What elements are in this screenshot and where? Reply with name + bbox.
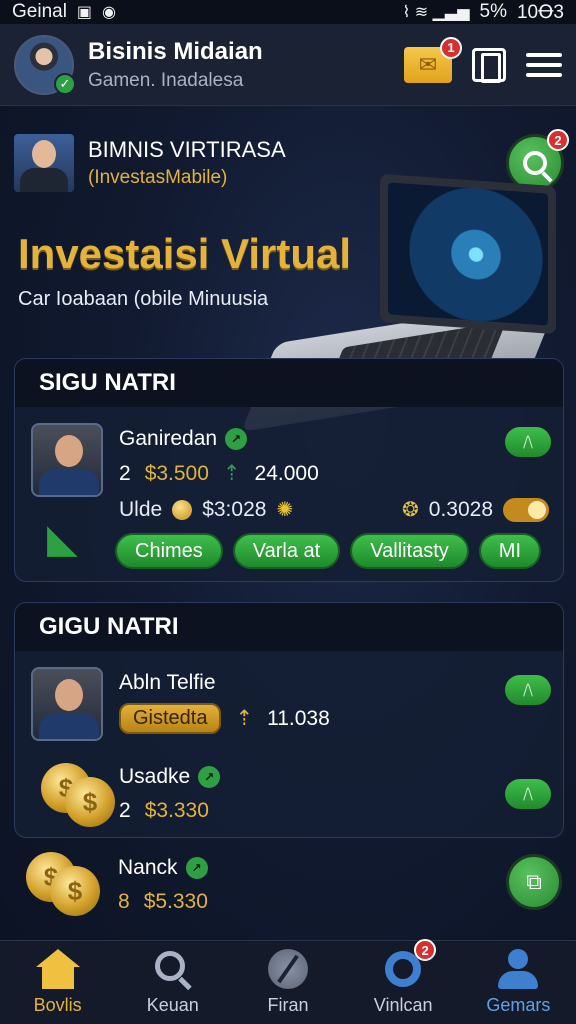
trend-up-icon: ↗ — [225, 428, 248, 450]
page-subtitle: Gamen. Inadalesa — [88, 69, 244, 91]
sun-icon: ✺ — [276, 499, 294, 521]
trend-up-icon: ↗ — [198, 766, 221, 788]
hero-subtitle: Car Ioabaan (obile Minuusia — [18, 288, 269, 310]
item-price: $3.500 — [144, 461, 209, 485]
stat-label: Ulde — [119, 497, 163, 521]
hero-profile-name: BIMNIS VIRTIRASA — [88, 137, 286, 162]
nav-badge: 2 — [414, 939, 437, 961]
item-price: $5.330 — [143, 890, 208, 913]
action-button-vallitasty[interactable]: Vallitasty — [350, 533, 469, 569]
action-button-varla[interactable]: Varla at — [232, 533, 341, 569]
item-count: 2 — [119, 799, 131, 822]
chart-button[interactable]: ⧸⧹ — [505, 427, 551, 457]
item-trend: 11.038 — [267, 706, 330, 730]
hero-banner: BIMNIS VIRTIRASA (InvestasMabile) 2 Inve… — [0, 106, 576, 432]
item-count: 2 — [119, 461, 131, 485]
item-name: Abln Telfie — [119, 671, 216, 694]
battery-label: 5% — [479, 1, 507, 22]
item-name: Ganiredan — [119, 427, 218, 450]
chart-button[interactable]: ⧸⧹ — [505, 779, 551, 809]
search-icon — [151, 949, 195, 989]
nav-item-vinlcan[interactable]: 2 Vinlcan — [348, 939, 458, 1016]
search-icon — [523, 151, 547, 175]
nav-item-search[interactable]: Keuan — [118, 949, 228, 1016]
nav-item-home[interactable]: Bovlis — [3, 949, 113, 1016]
item-values: 2 $3.330 — [119, 799, 209, 823]
action-buttons: Chimes Varla at Vallitasty MI — [115, 533, 542, 569]
coins-icon: $ $ — [26, 852, 102, 916]
hero-profile[interactable]: BIMNIS VIRTIRASA (InvestasMabile) — [14, 134, 286, 192]
trend-up-icon: ↗ — [185, 857, 208, 879]
nav-label: Keuan — [146, 995, 199, 1015]
nav-label: Bovlis — [33, 995, 82, 1015]
clock-label: 10Ꝋ3 — [516, 1, 564, 23]
item-name-row: Abln Telfie — [119, 671, 216, 695]
stat-line: Ulde $3:028 ✺ — [119, 497, 293, 522]
user-avatar[interactable]: ✓ — [14, 34, 76, 95]
item-name: Nanck — [118, 856, 178, 879]
item-values: 8 $5.330 — [118, 890, 208, 914]
trend-arrow-icon: ⇡ — [235, 707, 254, 730]
header-actions: ✉ 1 — [404, 36, 562, 83]
menu-icon[interactable] — [526, 52, 562, 77]
header-text: Bisinis Midaian Gamen. Inadalesa — [88, 38, 404, 92]
item-name-row: Ganiredan ↗ — [119, 427, 248, 451]
coins-icon: $ $ — [41, 763, 117, 827]
panel-sigu-natri: SIGU NATRI Ganiredan ↗ 2 $3.500 ⇡ 24.000… — [14, 358, 564, 582]
person-photo[interactable] — [31, 667, 103, 741]
mail-icon[interactable]: ✉ 1 — [404, 36, 462, 83]
panel-heading: GIGU NATRI — [15, 603, 563, 651]
hero-profile-tag: (InvestasMabile) — [88, 167, 228, 188]
status-bar: Geinal ▣ ◉ ⌇ ≋ ▁▃▅ 5% 10Ꝋ3 — [0, 0, 576, 24]
item-name-row: Nanck ↗ — [118, 856, 208, 880]
item-name-row: Usadke ↗ — [119, 765, 221, 789]
slash-circle-icon — [266, 949, 310, 989]
trend-arrow-icon: ⇡ — [222, 462, 241, 485]
chat-chart-button[interactable]: ⧉ — [506, 854, 562, 910]
user-icon — [496, 949, 540, 989]
action-button-mi[interactable]: MI — [478, 533, 542, 569]
panel-gigu-natri: GIGU NATRI Abln Telfie Gistedta ⇡ 11.038… — [14, 602, 564, 838]
item-values: 2 $3.500 ⇡ 24.000 — [119, 461, 319, 486]
profile-photo — [14, 134, 74, 192]
action-button-chimes[interactable]: Chimes — [115, 533, 223, 569]
stat-right-value: 0.3028 — [428, 497, 493, 521]
tabs-icon[interactable] — [472, 47, 506, 83]
stat-toggle[interactable] — [503, 497, 549, 522]
item-trend: 24.000 — [254, 461, 319, 485]
search-badge: 2 — [547, 129, 569, 151]
growth-chart-icon: ◣ — [47, 517, 78, 561]
item-name: Usadke — [119, 765, 191, 788]
nav-item-firan[interactable]: Firan — [233, 949, 343, 1016]
stat-right: ❂ 0.3028 — [402, 497, 549, 522]
item-count: 8 — [118, 890, 130, 913]
page-title: Bisinis Midaian — [88, 37, 263, 65]
app-header: ✓ Bisinis Midaian Gamen. Inadalesa ✉ 1 — [0, 24, 576, 106]
nav-label: Vinlcan — [373, 995, 433, 1015]
nav-item-profile[interactable]: Gemars — [463, 949, 573, 1016]
person-photo[interactable] — [31, 423, 103, 497]
chart-button[interactable]: ⧸⧹ — [505, 675, 551, 705]
stat-value: $3:028 — [202, 497, 267, 521]
coin-icon — [172, 499, 193, 520]
carrier-label: Geinal — [12, 1, 67, 22]
item-values: Gistedta ⇡ 11.038 — [119, 703, 330, 734]
game-icon: ▣ — [76, 4, 93, 21]
mail-badge: 1 — [440, 36, 462, 59]
item-price: $3.330 — [144, 799, 209, 822]
nav-label: Gemars — [486, 995, 551, 1015]
verified-icon: ✓ — [54, 72, 76, 95]
status-pill[interactable]: Gistedta — [119, 703, 222, 734]
signal-icon: ⌇ ≋ ▁▃▅ — [402, 4, 470, 21]
bottom-nav: Bovlis Keuan Firan 2 Vinlcan Gemars — [0, 939, 576, 1024]
nav-label: Firan — [267, 995, 309, 1015]
at-icon: ◉ — [102, 4, 117, 21]
bug-icon: ❂ — [402, 499, 419, 521]
home-icon — [35, 949, 80, 989]
panel-heading: SIGU NATRI — [15, 359, 563, 407]
